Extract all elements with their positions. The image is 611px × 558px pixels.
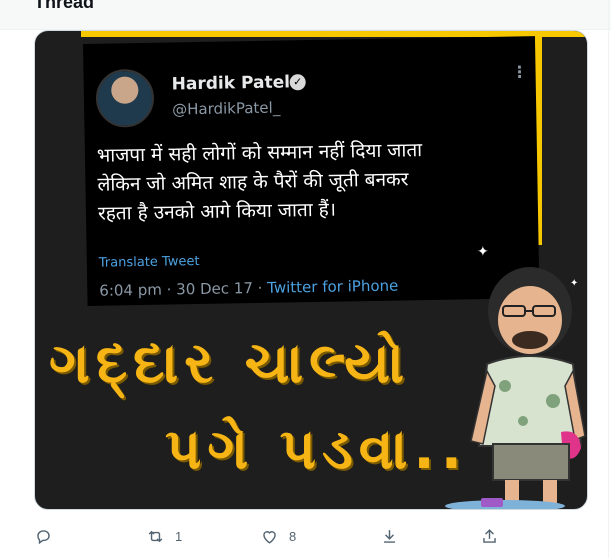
media-canvas: Hardik Patel ✓ @HardikPatel_ ⋮ भाजपा में…: [35, 31, 587, 509]
heart-icon: [263, 530, 276, 544]
verified-badge-icon: ✓: [289, 74, 306, 91]
share-button[interactable]: [480, 522, 499, 550]
retweet-icon: [148, 530, 163, 542]
caricature-illustration: ✦ ✦: [445, 244, 586, 509]
retweet-count: 1: [175, 528, 183, 544]
retweet-button[interactable]: 1: [146, 522, 182, 550]
tweet-timestamp: 6:04 pm · 30 Dec 17 · Twitter for iPhone: [99, 277, 398, 300]
tweet-text: भाजपा में सही लोगों को सम्मान नहीं दिया …: [97, 134, 528, 228]
gujarati-headline-line2: પગે પડવા..: [165, 417, 468, 482]
download-icon: [383, 529, 396, 543]
tweet-source: Twitter for iPhone: [267, 276, 399, 297]
share-icon: [483, 528, 496, 543]
author-avatar: [95, 68, 155, 128]
tweet-text-line: रहता है उनको आगे किया जाता हैं।: [97, 198, 337, 225]
more-options-icon: ⋮: [511, 64, 528, 82]
page-title: Thread: [34, 0, 95, 12]
svg-text:✦: ✦: [570, 278, 578, 289]
like-button[interactable]: 8: [260, 522, 296, 550]
translate-tweet-link: Translate Tweet: [98, 254, 200, 271]
reply-icon: [37, 529, 50, 544]
like-count: 8: [289, 528, 297, 544]
download-button[interactable]: [380, 522, 399, 550]
svg-text:✦: ✦: [477, 244, 489, 260]
reply-button[interactable]: [34, 522, 63, 550]
tweet-time: 6:04 pm · 30 Dec 17 ·: [99, 278, 268, 300]
gujarati-headline-line1: ગદ્દાર ચાલ્યો: [49, 331, 411, 396]
author-name: Hardik Patel: [171, 72, 291, 95]
author-handle: @HardikPatel_: [171, 98, 281, 119]
column-divider: [608, 0, 609, 558]
tweet-media-image[interactable]: Hardik Patel ✓ @HardikPatel_ ⋮ भाजपा में…: [34, 30, 588, 510]
tweet-action-bar: 1 8: [34, 522, 514, 550]
